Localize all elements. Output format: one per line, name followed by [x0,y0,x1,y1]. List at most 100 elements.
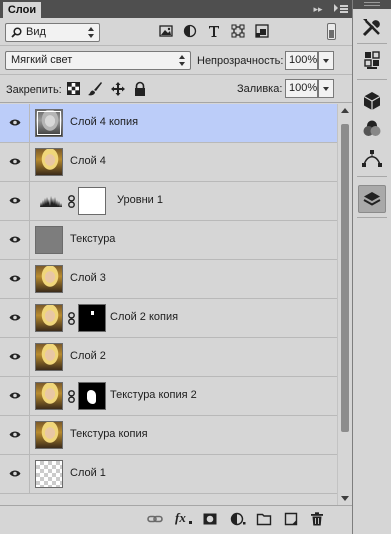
select-arrows-icon [179,55,186,66]
layer-row[interactable]: Слой 4 [0,143,337,182]
layer-style-icon[interactable]: fx [175,511,195,527]
levels-adjustment-icon[interactable] [39,194,63,208]
layer-thumbnail[interactable] [35,343,63,371]
layer-name[interactable]: Текстура [70,233,115,245]
adjustment-filter-icon[interactable] [182,23,198,39]
layer-mask-thumbnail[interactable] [78,304,106,332]
mask-detail [91,311,94,315]
tab-layers[interactable]: Слои [3,2,41,18]
smart-object-filter-icon[interactable] [254,23,270,39]
layer-name[interactable]: Уровни 1 [117,194,163,206]
text-filter-icon[interactable] [206,23,222,39]
scroll-up-arrow-icon[interactable] [341,108,349,113]
layer-row[interactable]: Слой 4 копия [0,104,337,143]
layer-thumbnail[interactable] [35,265,63,293]
visibility-toggle[interactable] [0,182,30,220]
layer-name[interactable]: Текстура копия [70,428,148,440]
eye-icon [9,430,21,439]
layer-thumbnail[interactable] [35,382,63,410]
visibility-toggle[interactable] [0,104,30,142]
properties-icon[interactable] [358,46,386,74]
filter-toggle-switch[interactable] [327,23,336,40]
lock-all-icon[interactable] [133,81,147,97]
layer-row[interactable]: Слой 2 копия [0,299,337,338]
collapse-panel-button[interactable]: ▸▸ [311,2,325,16]
layer-mask-thumbnail[interactable] [78,382,106,410]
eye-icon [9,274,21,283]
layer-row[interactable]: Текстура копия [0,416,337,455]
visibility-toggle[interactable] [0,221,30,259]
new-group-icon[interactable] [256,511,272,527]
layers-icon[interactable] [358,185,386,213]
layers-list: Слой 4 копия Слой 4 Уровни 1 Текстура Слой 3… [0,104,337,505]
filter-row: Вид [0,19,352,46]
layer-row[interactable]: Слой 1 [0,455,337,494]
fx-label: fx [175,510,186,525]
visibility-toggle[interactable] [0,260,30,298]
dock-separator [357,79,387,80]
scroll-down-arrow-icon[interactable] [341,496,349,501]
link-layers-icon[interactable] [147,511,163,527]
new-layer-icon[interactable] [283,511,299,527]
layers-scrollbar[interactable] [337,104,352,505]
fill-input[interactable]: 100% [285,79,318,98]
layer-name[interactable]: Слой 2 [70,350,106,362]
visibility-toggle[interactable] [0,143,30,181]
scrollbar-thumb[interactable] [341,124,349,432]
visibility-toggle[interactable] [0,416,30,454]
panel-menu-button[interactable] [334,2,348,16]
lock-transparent-icon[interactable] [67,82,80,95]
layer-thumbnail[interactable] [35,460,63,488]
dock-separator [357,43,387,44]
visibility-toggle[interactable] [0,338,30,376]
select-arrows-icon [88,27,95,38]
shape-filter-icon[interactable] [230,23,246,39]
lock-label: Закрепить: [6,84,62,96]
paths-icon[interactable] [358,144,386,172]
layer-thumbnail[interactable] [35,148,63,176]
dock-separator [357,217,387,218]
adjustment-layer-icon[interactable] [230,511,246,527]
layer-thumbnail[interactable] [35,226,63,254]
layer-name[interactable]: Слой 3 [70,272,106,284]
layer-thumbnail[interactable] [35,421,63,449]
layer-name[interactable]: Слой 4 [70,155,106,167]
layer-thumbnail[interactable] [35,109,63,137]
layer-thumbnail[interactable] [35,304,63,332]
layer-row[interactable]: Слой 3 [0,260,337,299]
opacity-dropdown-button[interactable] [318,51,334,70]
layer-row[interactable]: Уровни 1 [0,182,337,221]
layer-name[interactable]: Текстура копия 2 [110,389,197,401]
delete-layer-icon[interactable] [309,511,325,527]
mask-link-icon[interactable] [68,195,75,208]
panel-dock [352,0,391,534]
mask-link-icon[interactable] [68,312,75,325]
mask-link-icon[interactable] [68,390,75,403]
lock-paint-icon[interactable] [87,81,103,97]
fill-dropdown-button[interactable] [318,79,334,98]
opacity-input[interactable]: 100% [285,51,318,70]
3d-icon[interactable] [358,87,386,115]
layer-row[interactable]: Текстура [0,221,337,260]
visibility-toggle[interactable] [0,377,30,415]
filter-kind-select[interactable]: Вид [5,23,100,42]
grip-icon[interactable] [364,2,380,6]
layer-row[interactable]: Слой 2 [0,338,337,377]
layer-mask-thumbnail[interactable] [78,187,106,215]
eye-icon [9,469,21,478]
eye-icon [9,313,21,322]
lock-move-icon[interactable] [110,81,126,97]
visibility-toggle[interactable] [0,299,30,337]
blend-row: Мягкий свет Непрозрачность: 100% [0,47,352,75]
blend-mode-select[interactable]: Мягкий свет [5,51,191,70]
eye-icon [9,196,21,205]
image-filter-icon[interactable] [158,23,174,39]
layer-name[interactable]: Слой 1 [70,467,106,479]
layer-row[interactable]: Текстура копия 2 [0,377,337,416]
add-mask-icon[interactable] [202,511,218,527]
layer-name[interactable]: Слой 4 копия [70,116,138,128]
visibility-toggle[interactable] [0,455,30,493]
tools-icon[interactable] [358,14,386,42]
channels-icon[interactable] [358,115,386,143]
layer-name[interactable]: Слой 2 копия [110,311,178,323]
